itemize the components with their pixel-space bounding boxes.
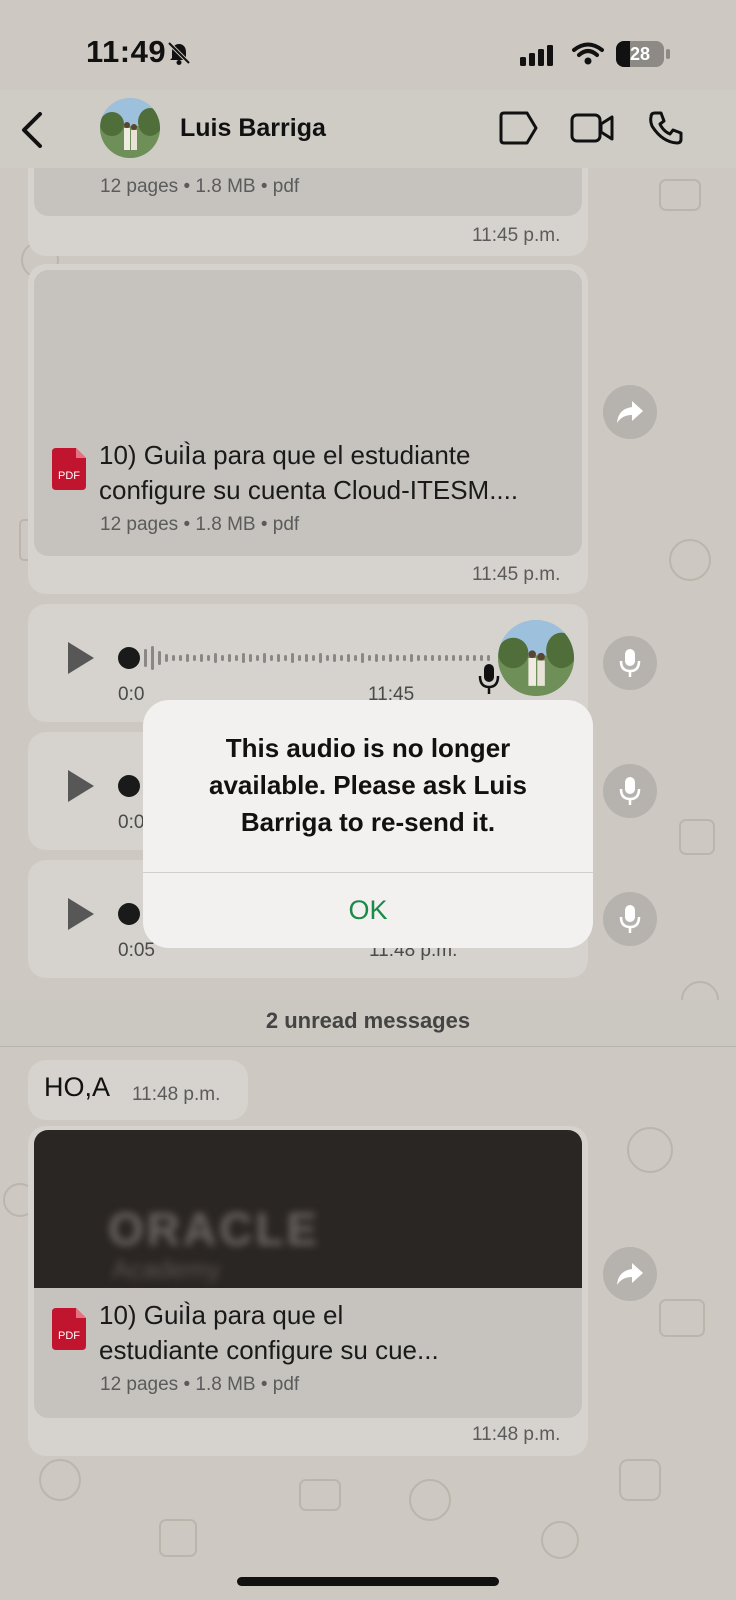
avatar-photo xyxy=(100,98,160,158)
document-meta: 12 pages • 1.8 MB • pdf xyxy=(100,1374,300,1395)
microphone-icon xyxy=(478,664,500,694)
sender-avatar xyxy=(498,620,574,696)
phone-call-icon[interactable] xyxy=(648,110,684,146)
status-time: 11:49 xyxy=(86,34,167,69)
document-message[interactable]: PDF 10) GuiÌa para que el estudiante con… xyxy=(28,264,588,594)
microphone-icon xyxy=(619,905,641,933)
audio-scrubber[interactable] xyxy=(118,903,140,925)
label-tag-icon[interactable] xyxy=(497,110,539,146)
alert-dialog: This audio is no longer available. Pleas… xyxy=(143,700,593,948)
video-call-icon[interactable] xyxy=(570,110,614,146)
contact-name[interactable]: Luis Barriga xyxy=(180,114,326,143)
document-meta: 12 pages • 1.8 MB • pdf xyxy=(100,176,300,197)
pdf-file-icon: PDF xyxy=(52,448,86,490)
preview-logo-subtext: Academy xyxy=(112,1254,221,1284)
audio-scrubber[interactable] xyxy=(118,647,140,669)
pdf-file-icon: PDF xyxy=(52,1308,86,1350)
forward-arrow-icon xyxy=(617,401,643,423)
battery-level: 28 xyxy=(629,44,651,64)
document-title-line2: estudiante configure su cue... xyxy=(99,1335,439,1365)
status-bar: 11:49 28 xyxy=(0,0,736,100)
play-button[interactable] xyxy=(68,898,94,930)
chat-header: Luis Barriga xyxy=(0,90,736,168)
back-chevron-icon[interactable] xyxy=(18,110,46,150)
voice-message-button[interactable] xyxy=(603,764,657,818)
forward-button[interactable] xyxy=(603,385,657,439)
pdf-icon-label: PDF xyxy=(58,1330,80,1342)
message-time: 11:48 p.m. xyxy=(132,1084,221,1105)
message-time: 11:48 p.m. xyxy=(472,1424,561,1445)
ok-button[interactable]: OK xyxy=(143,873,593,948)
document-message[interactable]: ORACLE Academy PDF 10) GuiÌa para que el… xyxy=(28,1126,588,1456)
message-time: 11:45 p.m. xyxy=(472,225,561,246)
audio-duration: 0:0 xyxy=(118,812,145,833)
cellular-signal-icon xyxy=(520,45,553,66)
contact-avatar[interactable] xyxy=(100,98,160,158)
play-button[interactable] xyxy=(68,770,94,802)
pdf-icon-label: PDF xyxy=(58,470,80,482)
battery-cap xyxy=(666,49,670,59)
message-time: 11:45 p.m. xyxy=(472,564,561,585)
document-message[interactable]: 12 pages • 1.8 MB • pdf 11:45 p.m. xyxy=(28,168,588,256)
document-title-line1: 10) GuiÌa para que el xyxy=(99,1300,344,1330)
avatar-photo xyxy=(498,620,574,696)
forward-button[interactable] xyxy=(603,1247,657,1301)
document-preview[interactable]: ORACLE Academy xyxy=(34,1130,582,1288)
microphone-icon xyxy=(619,649,641,677)
audio-duration: 0:0 xyxy=(118,684,145,705)
voice-message-button[interactable] xyxy=(603,892,657,946)
alert-message: This audio is no longer available. Pleas… xyxy=(209,733,527,837)
document-title-line1: 10) GuiÌa para que el estudiante xyxy=(99,440,471,470)
text-message[interactable]: HO,A 11:48 p.m. xyxy=(28,1060,248,1120)
audio-scrubber[interactable] xyxy=(118,775,140,797)
microphone-icon xyxy=(619,777,641,805)
audio-waveform xyxy=(144,646,490,670)
document-meta: 12 pages • 1.8 MB • pdf xyxy=(100,514,300,535)
message-text: HO,A xyxy=(44,1072,111,1102)
document-title-line2: configure su cuenta Cloud-ITESM.... xyxy=(99,475,519,505)
voice-message-button[interactable] xyxy=(603,636,657,690)
unread-divider: 2 unread messages xyxy=(265,1008,471,1033)
play-button[interactable] xyxy=(68,642,94,674)
home-indicator[interactable] xyxy=(237,1577,499,1586)
bell-slash-icon xyxy=(167,41,191,65)
preview-logo-text: ORACLE xyxy=(108,1203,321,1255)
forward-arrow-icon xyxy=(617,1263,643,1285)
wifi-icon xyxy=(572,42,604,65)
battery-icon: 28 xyxy=(616,41,664,67)
